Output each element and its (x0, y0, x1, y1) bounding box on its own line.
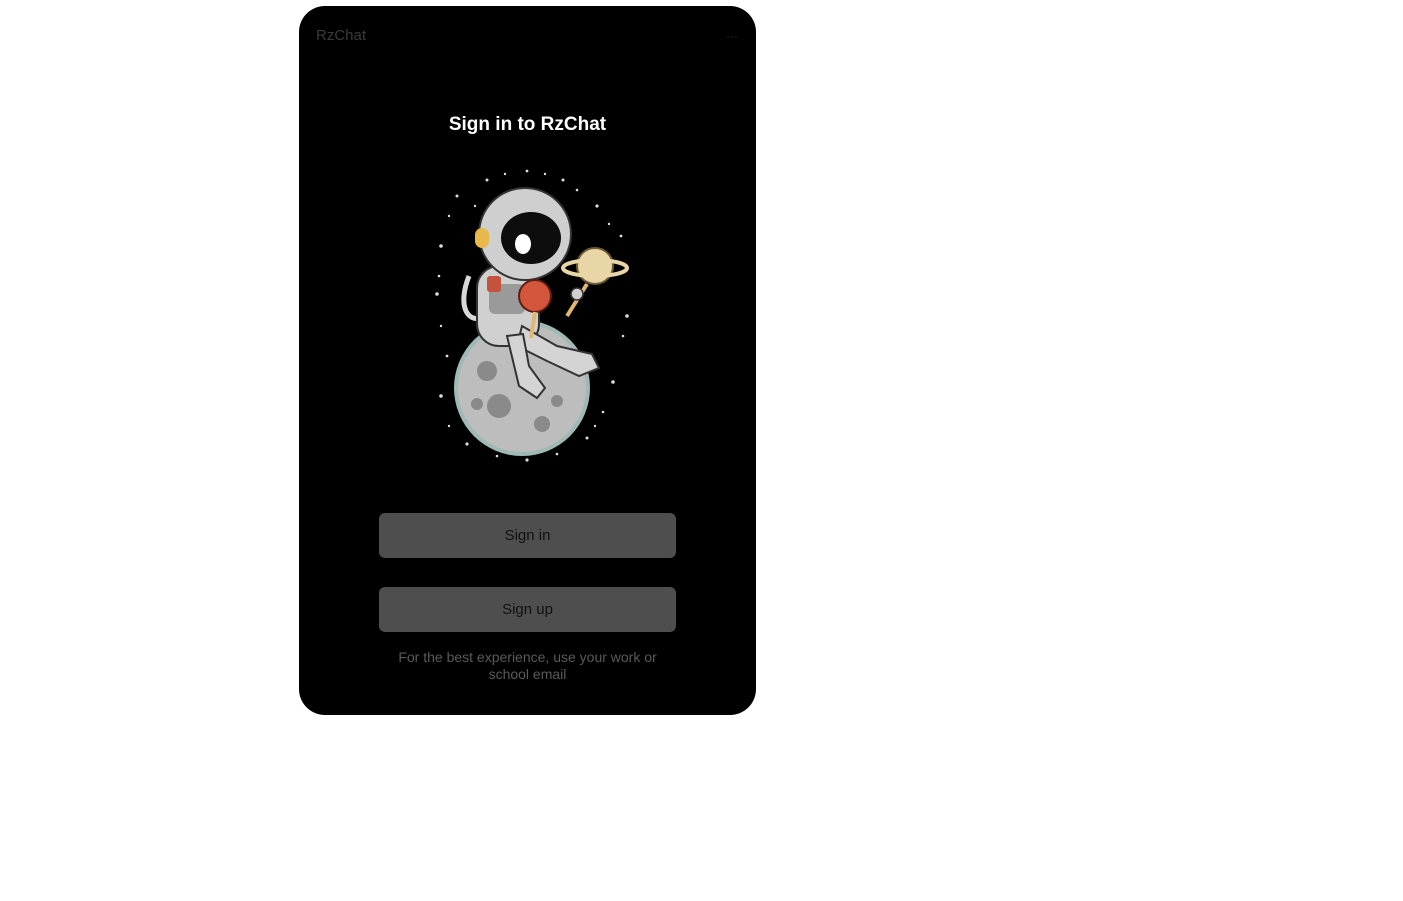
page-title: Sign in to RzChat (448, 114, 607, 135)
app-name: RzChat (316, 27, 367, 44)
email-hint-text: For the best experience, use your work o… (398, 649, 657, 682)
app-window: RzChat ··· Sign in to RzChat Sign in Sig… (299, 6, 756, 715)
astronaut-illustration (435, 169, 629, 462)
sign-in-button[interactable]: Sign in (379, 513, 676, 558)
more-options-icon[interactable]: ··· (724, 28, 740, 44)
sign-up-button[interactable]: Sign up (379, 587, 676, 632)
